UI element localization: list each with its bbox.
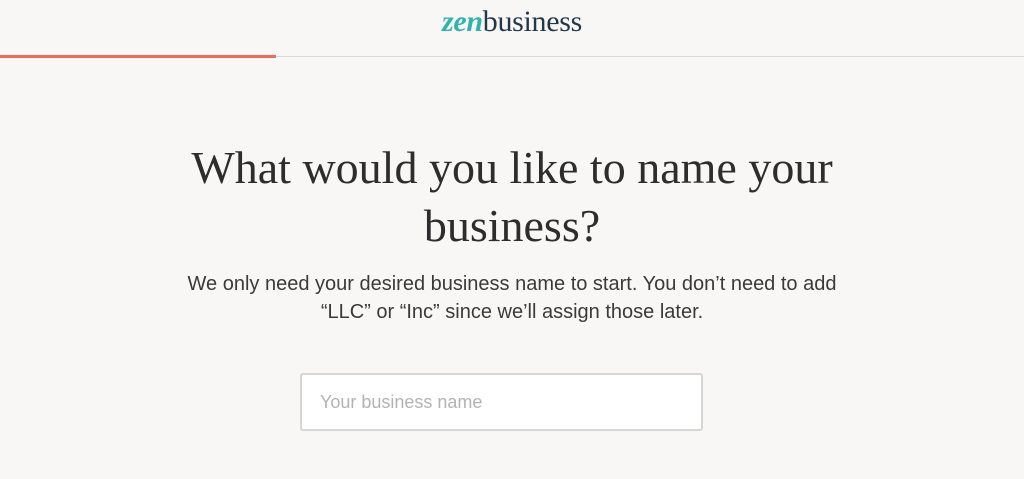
logo-zen-text: zen xyxy=(441,5,483,38)
page: zenbusiness What would you like to name … xyxy=(0,0,1024,479)
logo-business-text: business xyxy=(482,5,583,38)
progress-bar xyxy=(0,55,1024,58)
business-name-input[interactable] xyxy=(300,373,703,431)
header: zenbusiness xyxy=(0,0,1024,57)
page-title: What would you like to name your busines… xyxy=(191,142,833,251)
page-subtitle: We only need your desired business name … xyxy=(187,273,837,323)
zenbusiness-logo[interactable]: zenbusiness xyxy=(0,4,1024,40)
progress-bar-fill xyxy=(0,55,277,58)
